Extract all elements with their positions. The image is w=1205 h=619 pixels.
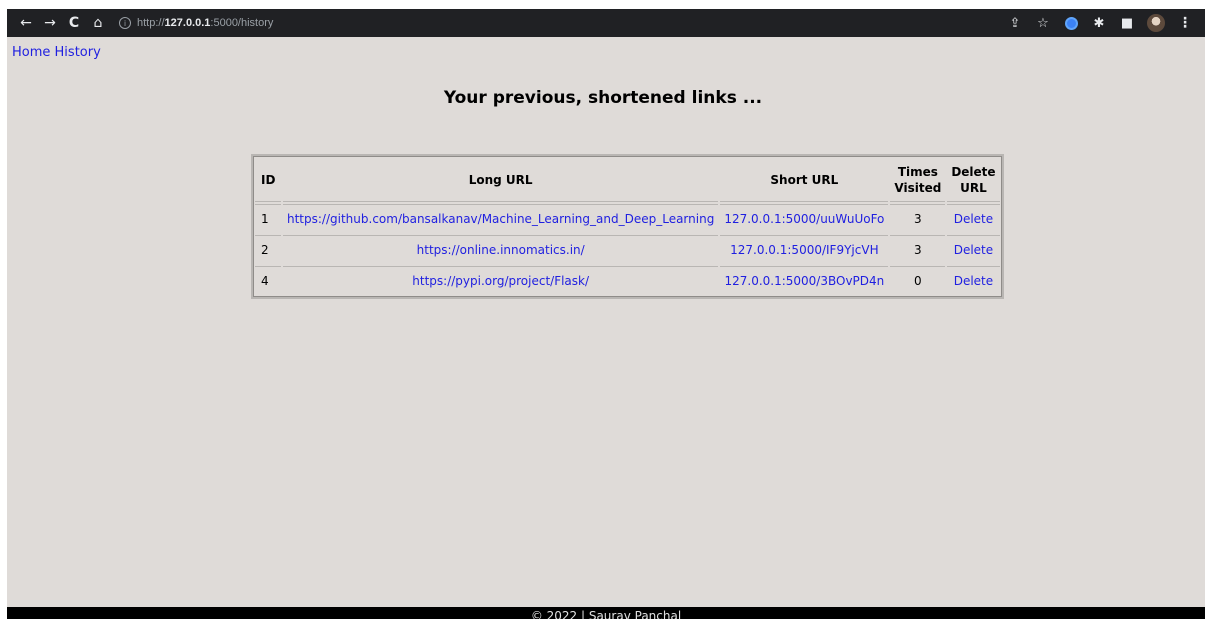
- row-visits: 3: [890, 235, 946, 264]
- short-url-link[interactable]: 127.0.0.1:5000/3BOvPD4n: [724, 274, 884, 288]
- menu-kebab-icon[interactable]: ⋮: [1177, 15, 1193, 31]
- header-times-visited: Times Visited: [890, 158, 946, 202]
- url-scheme: http://: [137, 17, 165, 29]
- short-url-link[interactable]: 127.0.0.1:5000/IF9YjcVH: [730, 243, 878, 257]
- page-title: Your previous, shortened links ...: [443, 88, 763, 108]
- site-info-icon[interactable]: i: [119, 17, 131, 29]
- row-long-url: https://online.innomatics.in/: [283, 235, 719, 264]
- url-path: :5000/history: [210, 17, 274, 29]
- bookmark-star-icon[interactable]: ☆: [1035, 15, 1051, 31]
- page-content: Home History Your previous, shortened li…: [7, 37, 1205, 619]
- profile-avatar[interactable]: [1147, 14, 1165, 32]
- row-id: 4: [255, 266, 281, 295]
- row-long-url: https://pypi.org/project/Flask/: [283, 266, 719, 295]
- row-id: 2: [255, 235, 281, 264]
- row-short-url: 127.0.0.1:5000/3BOvPD4n: [720, 266, 889, 295]
- top-nav: Home History: [7, 37, 1205, 60]
- short-url-link[interactable]: 127.0.0.1:5000/uuWuUoFo: [724, 212, 884, 226]
- header-times-visited-line2: Visited: [894, 180, 942, 195]
- home-icon[interactable]: ⌂: [87, 12, 109, 34]
- table-header-row: ID Long URL Short URL Times Visited Dele…: [255, 158, 1000, 202]
- row-short-url: 127.0.0.1:5000/uuWuUoFo: [720, 204, 889, 233]
- table-row: 2 https://online.innomatics.in/ 127.0.0.…: [255, 235, 1000, 264]
- delete-link[interactable]: Delete: [954, 243, 993, 257]
- address-bar[interactable]: i http://127.0.0.1:5000/history: [119, 12, 273, 34]
- toolbar-actions: ⇪ ☆ ✱ ■ ⋮: [1007, 14, 1197, 32]
- extensions-puzzle-icon[interactable]: ✱: [1091, 15, 1107, 31]
- long-url-link[interactable]: https://online.innomatics.in/: [417, 243, 585, 257]
- delete-link[interactable]: Delete: [954, 274, 993, 288]
- nav-history-link[interactable]: History: [55, 45, 101, 60]
- header-delete-line1: Delete: [951, 164, 996, 179]
- row-delete: Delete: [947, 266, 1000, 295]
- row-visits: 0: [890, 266, 946, 295]
- header-delete-url: Delete URL: [947, 158, 1000, 202]
- forward-arrow-icon[interactable]: →: [39, 12, 61, 34]
- header-delete-line2: URL: [960, 180, 987, 195]
- nav-home-link[interactable]: Home: [12, 45, 50, 60]
- table-row: 1 https://github.com/bansalkanav/Machine…: [255, 204, 1000, 233]
- side-panel-icon[interactable]: ■: [1119, 15, 1135, 31]
- row-visits: 3: [890, 204, 946, 233]
- row-delete: Delete: [947, 204, 1000, 233]
- extension-badge-icon[interactable]: [1063, 15, 1079, 31]
- header-times-visited-line1: Times: [897, 164, 938, 179]
- header-long-url: Long URL: [283, 158, 719, 202]
- links-table-wrapper: ID Long URL Short URL Times Visited Dele…: [251, 154, 1004, 299]
- row-short-url: 127.0.0.1:5000/IF9YjcVH: [720, 235, 889, 264]
- page-footer: © 2022 | Saurav Panchal: [7, 607, 1205, 619]
- row-id: 1: [255, 204, 281, 233]
- row-long-url: https://github.com/bansalkanav/Machine_L…: [283, 204, 719, 233]
- table-row: 4 https://pypi.org/project/Flask/ 127.0.…: [255, 266, 1000, 295]
- url-host: 127.0.0.1: [164, 17, 211, 29]
- browser-window: ← → C ⌂ i http://127.0.0.1:5000/history …: [7, 9, 1205, 619]
- browser-toolbar: ← → C ⌂ i http://127.0.0.1:5000/history …: [7, 9, 1205, 37]
- links-table: ID Long URL Short URL Times Visited Dele…: [251, 154, 1004, 299]
- back-arrow-icon[interactable]: ←: [15, 12, 37, 34]
- long-url-link[interactable]: https://pypi.org/project/Flask/: [412, 274, 589, 288]
- delete-link[interactable]: Delete: [954, 212, 993, 226]
- long-url-link[interactable]: https://github.com/bansalkanav/Machine_L…: [287, 212, 714, 226]
- row-delete: Delete: [947, 235, 1000, 264]
- header-short-url: Short URL: [720, 158, 889, 202]
- share-icon[interactable]: ⇪: [1007, 15, 1023, 31]
- reload-icon[interactable]: C: [63, 12, 85, 34]
- header-id: ID: [255, 158, 281, 202]
